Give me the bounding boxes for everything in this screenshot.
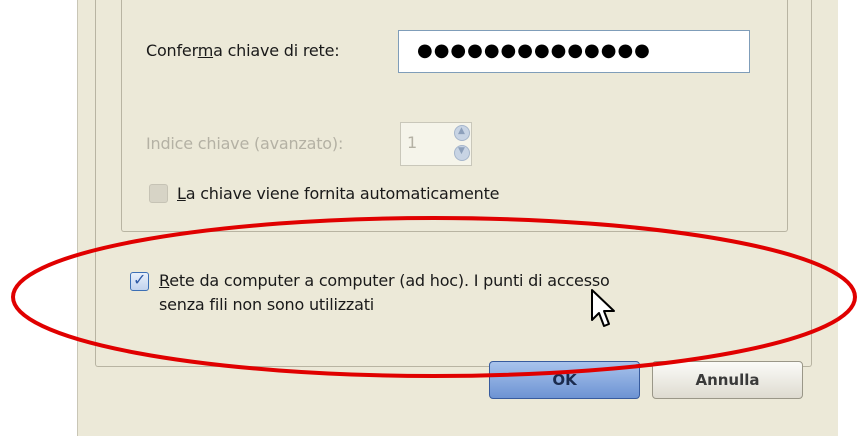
annotation-ellipse <box>11 216 857 378</box>
arrow-cursor-icon <box>591 289 615 327</box>
